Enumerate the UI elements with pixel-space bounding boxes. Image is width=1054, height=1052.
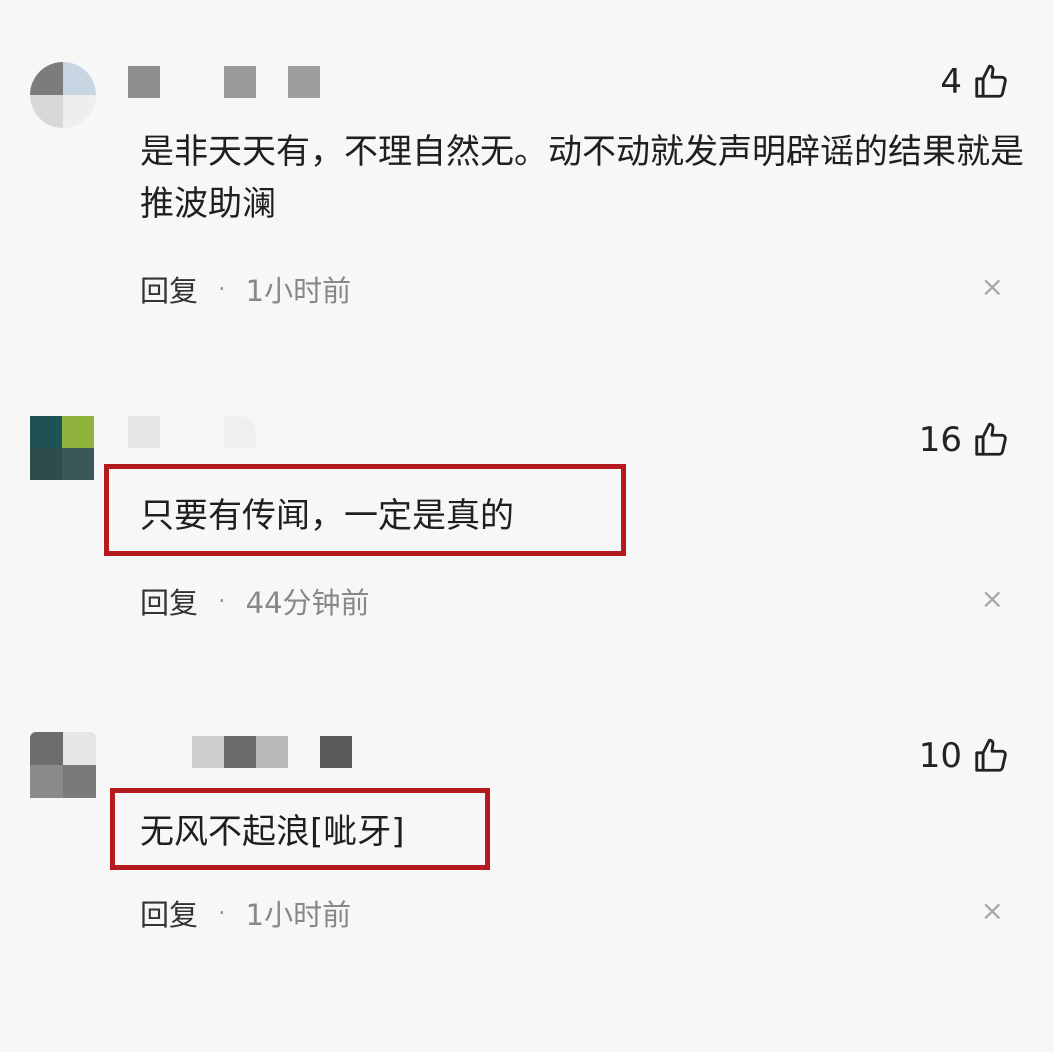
redaction-block — [224, 66, 256, 98]
avatar-tile — [63, 95, 96, 128]
reply-button[interactable]: 回复 — [140, 580, 198, 622]
avatar[interactable] — [30, 732, 96, 798]
close-icon[interactable]: × — [981, 582, 1004, 615]
separator-dot: · — [218, 275, 226, 303]
like-count: 4 — [940, 62, 962, 102]
avatar-tile — [30, 416, 62, 448]
avatar-tile — [30, 62, 63, 95]
comment-text: 是非天天有，不理自然无。动不动就发声明辟谣的结果就是推波助澜 — [140, 132, 1024, 224]
timestamp: 44分钟前 — [245, 586, 370, 620]
like-count: 10 — [918, 736, 962, 776]
reply-button[interactable]: 回复 — [140, 268, 198, 310]
timestamp: 1小时前 — [245, 898, 352, 932]
avatar-tile — [30, 765, 63, 798]
separator-dot: · — [218, 899, 226, 927]
reply-button[interactable]: 回复 — [140, 892, 198, 934]
avatar-tile — [63, 62, 96, 95]
thumbs-up-icon — [975, 738, 1007, 772]
avatar[interactable] — [30, 62, 96, 128]
comment-item: 16 只要有传闻，一定是真的 回复 · 44分钟前 × — [0, 416, 1054, 736]
comment-item: 10 无风不起浪[呲牙] 回复 · 1小时前 × — [0, 732, 1054, 1052]
redaction-block — [192, 736, 224, 768]
comment-text: 无风不起浪[呲牙] — [140, 812, 405, 852]
comment-meta: 回复 · 44分钟前 — [140, 580, 370, 622]
like-count: 16 — [918, 420, 962, 460]
timestamp: 1小时前 — [245, 274, 352, 308]
comment-item: 4 是非天天有，不理自然无。动不动就发声明辟谣的结果就是推波助澜 回复 · 1小… — [0, 62, 1054, 382]
comment-meta: 回复 · 1小时前 — [140, 268, 351, 310]
close-icon[interactable]: × — [981, 894, 1004, 927]
thumbs-up-icon — [975, 64, 1007, 98]
avatar-tile — [63, 732, 96, 765]
redaction-block — [128, 66, 160, 98]
redaction-block — [256, 736, 288, 768]
separator-dot: · — [218, 587, 226, 615]
redaction-block — [320, 736, 352, 768]
avatar-tile — [62, 448, 94, 480]
thumbs-up-icon — [975, 422, 1007, 456]
username-redacted[interactable] — [128, 416, 256, 448]
comment-text: 只要有传闻，一定是真的 — [140, 496, 514, 536]
avatar[interactable] — [30, 416, 94, 480]
username-redacted[interactable] — [192, 736, 352, 768]
like-button[interactable]: 10 — [919, 736, 1010, 776]
avatar-tile — [30, 732, 63, 765]
comment-meta: 回复 · 1小时前 — [140, 892, 351, 934]
like-button[interactable]: 4 — [940, 62, 1010, 102]
like-button[interactable]: 16 — [919, 420, 1010, 460]
redaction-block — [224, 416, 256, 448]
avatar-tile — [30, 95, 63, 128]
redaction-block — [128, 416, 160, 448]
redaction-block — [288, 66, 320, 98]
avatar-tile — [62, 416, 94, 448]
avatar-tile — [30, 448, 62, 480]
close-icon[interactable]: × — [981, 270, 1004, 303]
avatar-tile — [63, 765, 96, 798]
redaction-block — [224, 736, 256, 768]
username-redacted[interactable] — [128, 66, 320, 98]
